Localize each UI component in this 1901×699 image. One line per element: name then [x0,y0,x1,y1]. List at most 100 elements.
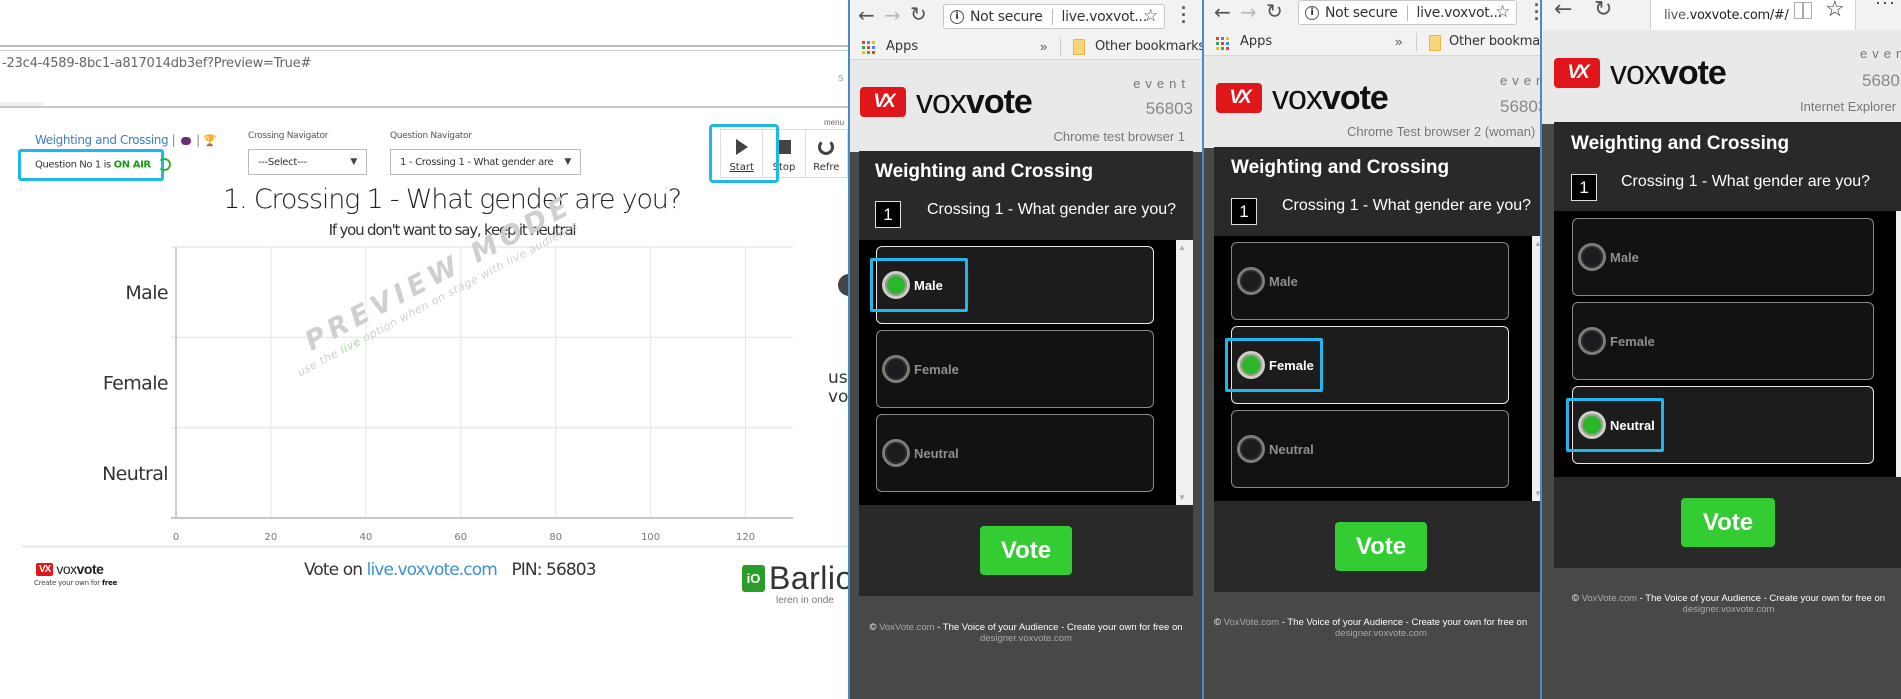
answer-option-neutral[interactable]: Neutral [876,414,1154,492]
address-bar-url[interactable]: -23c4-4589-8bc1-a817014db3ef?Preview=Tru… [2,56,311,71]
bookmarks-overflow-icon[interactable]: » [1040,39,1047,54]
bookmark-star-icon[interactable]: ☆ [1495,2,1510,22]
scrollbar[interactable]: ▲ ▼ [1176,240,1193,505]
refresh-icon[interactable]: ↻ [1594,0,1612,22]
apps-bookmark[interactable]: Apps [886,39,918,54]
bookmarks-overflow-icon[interactable]: » [1395,34,1402,49]
apps-icon[interactable] [1216,37,1229,50]
x-tick-label: 100 [641,532,660,543]
event-number: 56803 [1500,97,1540,116]
back-icon[interactable]: ← [1214,0,1231,24]
scrollbar[interactable] [1896,211,1901,477]
side-panel-text: us vo [828,368,848,407]
trophy-icon[interactable]: 🏆 [203,134,217,147]
question-number: 1 [1231,198,1257,225]
event-number: 56803 [1145,99,1193,118]
question-number: 1 [875,201,901,228]
refresh-button[interactable]: Refre [806,130,848,177]
poll-title-link[interactable]: Weighting and Crossing | | 🏆 [35,133,217,147]
question-text: Crossing 1 - What gender are you? [1621,173,1871,190]
answer-option-neutral[interactable]: Neutral [1231,410,1509,488]
other-bookmarks[interactable]: Other bookmarks [1095,39,1202,54]
radio-unchecked-icon[interactable] [1237,435,1265,463]
address-bar[interactable]: i Not secure live.voxvot... ☆ [943,4,1165,29]
dropdown-arrow-icon: ▼ [350,157,357,167]
browser-window-2: ← → ↻ i Not secure live.voxvot... ☆ · · · … [1202,0,1540,699]
voxvote-wordmark: voxvote [916,83,1033,121]
back-icon[interactable]: ← [858,3,875,27]
menu-kebab-icon[interactable]: · · · [1181,0,1187,31]
reload-icon[interactable]: ↻ [910,2,927,26]
answer-option-label: Male [1269,273,1298,289]
question-navigator-select[interactable]: 1 - Crossing 1 - What gender are ▼ [390,149,581,175]
designer-link[interactable]: designer.voxvote.com [859,633,1193,644]
dropdown-arrow-icon: ▼ [564,157,571,167]
scroll-down-icon[interactable]: ▼ [1178,493,1186,502]
radio-unchecked-icon[interactable] [882,439,910,467]
vote-button[interactable]: Vote [1681,498,1775,547]
voxvote-link[interactable]: VoxVote.com [1582,593,1637,604]
refresh-icon [818,139,835,155]
scroll-up-icon[interactable]: ▲ [1178,243,1186,252]
presenter-page: -23c4-4589-8bc1-a817014db3ef?Preview=Tru… [0,0,848,699]
voxvote-link[interactable]: VoxVote.com [1224,617,1279,628]
reading-view-icon[interactable] [1794,2,1812,19]
back-icon[interactable]: ← [1554,0,1572,22]
chat-icon[interactable] [180,136,191,145]
designer-link[interactable]: designer.voxvote.com [1214,628,1540,639]
voxvote-logo[interactable]: VX voxvote [36,561,104,577]
radio-unchecked-icon[interactable] [1237,267,1265,295]
answer-option-label: Female [1610,333,1655,349]
answer-option-female[interactable]: Female [1572,302,1874,380]
more-icon[interactable]: ··· [1875,0,1896,13]
stop-icon [776,140,791,154]
apps-bookmark[interactable]: Apps [1240,34,1272,49]
scrollbar[interactable]: ▲ ▼ [1532,236,1540,501]
address-url: live.voxvot... [1061,8,1148,25]
vote-button[interactable]: Vote [1335,522,1427,571]
question-subtitle: If you don't want to say, keep it neutra… [328,221,577,239]
voxvote-wordmark: voxvote [1610,54,1727,92]
info-icon[interactable]: i [1305,5,1319,20]
designer-link[interactable]: designer.voxvote.com [1554,604,1901,615]
device-name: Chrome test browser 1 [1053,129,1186,144]
answer-option-male[interactable]: Male [1572,218,1874,296]
forward-icon[interactable]: → [1240,0,1257,24]
question-text: Crossing 1 - What gender are you? [927,201,1177,218]
vote-url-link[interactable]: live.voxvote.com [367,560,498,580]
selection-highlight [870,258,968,312]
footer-divider [22,545,848,548]
radio-unchecked-icon[interactable] [1578,243,1606,271]
vote-button[interactable]: Vote [980,526,1072,575]
reload-icon[interactable]: ↻ [1266,0,1283,23]
address-bar[interactable]: i Not secure live.voxvot... ☆ [1298,0,1517,25]
voxvote-logo-icon: VX [1216,83,1262,113]
forward-icon[interactable]: → [884,3,901,27]
info-icon[interactable]: i [950,9,964,24]
voxvote-logo: VX voxvote [860,83,1033,121]
other-bookmarks[interactable]: Other bookmarks [1449,34,1540,49]
divider [0,50,848,51]
radio-unchecked-icon[interactable] [882,355,910,383]
voxvote-logo-icon: VX [1554,58,1600,88]
x-tick-label: 40 [359,532,372,543]
poll-title[interactable]: Weighting and Crossing [35,133,169,147]
browser-window-3: ← ↻ live.voxvote.com/#/ ☆ ··· VX voxvote… [1540,0,1901,699]
radio-unchecked-icon[interactable] [1578,327,1606,355]
favorites-star-icon[interactable]: ☆ [1825,0,1845,22]
voxvote-link[interactable]: VoxVote.com [879,622,934,633]
x-tick-label: 120 [736,532,755,543]
apps-icon[interactable] [862,41,875,54]
divider [0,106,848,108]
crossing-navigator-select[interactable]: ---Select--- ▼ [248,149,367,175]
voxvote-logo: VX voxvote [1554,54,1727,92]
answer-option-label: Female [914,361,959,377]
copyright-footer: © VoxVote.com - The Voice of your Audien… [1214,617,1540,639]
answer-option-female[interactable]: Female [876,330,1154,408]
folder-icon [1429,35,1441,51]
browser-window-1: ← → ↻ i Not secure live.voxvot... ☆ · · · … [848,0,1202,699]
answer-option-male[interactable]: Male [1231,242,1509,320]
spinner-icon [157,158,171,171]
copyright-footer: © VoxVote.com - The Voice of your Audien… [859,622,1193,644]
bookmark-star-icon[interactable]: ☆ [1143,6,1158,26]
